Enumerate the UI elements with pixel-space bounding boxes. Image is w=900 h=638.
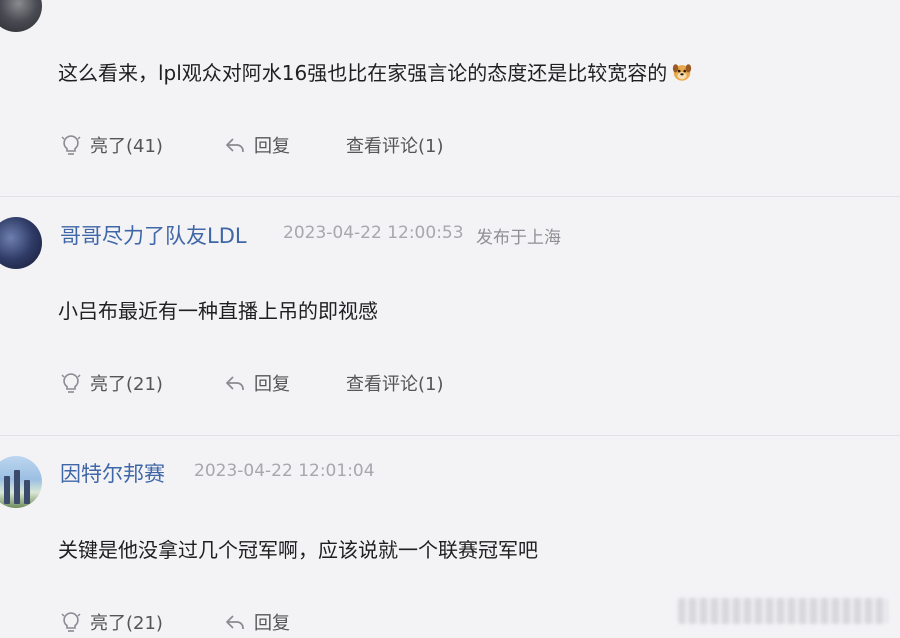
reply-button[interactable]: 回复 — [224, 369, 290, 397]
comment-text: 关键是他没拿过几个冠军啊，应该说就一个联赛冠军吧 — [58, 538, 538, 562]
reply-arrow-icon — [226, 376, 244, 390]
comment-item: 哥哥尽力了队友LDL 2023-04-22 12:00:53 发布于上海 小吕布… — [0, 197, 900, 435]
timestamp: 2023-04-22 12:00:53 — [283, 223, 464, 243]
comment-actions: 亮了(41) 回复 查看评论(1) — [0, 131, 900, 159]
avatar[interactable] — [0, 217, 42, 269]
avatar[interactable] — [0, 0, 42, 32]
location: 发布于上海 — [476, 228, 561, 248]
avatar[interactable] — [0, 456, 42, 508]
timestamp: 2023-04-22 12:01:04 — [194, 461, 375, 481]
dog-face-emoji — [673, 64, 692, 81]
comment-text: 这么看来，lpl观众对阿水16强也比在家强言论的态度还是比较宽容的 — [58, 57, 693, 86]
reply-arrow-icon — [226, 615, 244, 629]
watermark — [678, 598, 888, 624]
like-button[interactable]: 亮了(21) — [60, 369, 163, 397]
like-button[interactable]: 亮了(41) — [60, 131, 163, 159]
lightbulb-icon — [61, 612, 81, 632]
username[interactable]: 哥哥尽力了队友LDL — [60, 220, 247, 250]
reply-button[interactable]: 回复 — [224, 131, 290, 159]
like-button[interactable]: 亮了(21) — [60, 608, 163, 636]
lightbulb-icon — [61, 373, 81, 393]
comment-feed: 这么看来，lpl观众对阿水16强也比在家强言论的态度还是比较宽容的 亮了(41) — [0, 0, 900, 638]
reply-arrow-icon — [226, 138, 244, 152]
username[interactable]: 因特尔邦赛 — [60, 458, 165, 488]
comment-text: 小吕布最近有一种直播上吊的即视感 — [58, 299, 378, 323]
comment-item: 这么看来，lpl观众对阿水16强也比在家强言论的态度还是比较宽容的 亮了(41) — [0, 0, 900, 196]
view-comments-link[interactable]: 查看评论(1) — [346, 131, 444, 159]
reply-button[interactable]: 回复 — [224, 608, 290, 636]
comment-actions: 亮了(21) 回复 查看评论(1) — [0, 369, 900, 397]
lightbulb-icon — [61, 135, 81, 155]
view-comments-link[interactable]: 查看评论(1) — [346, 369, 444, 397]
